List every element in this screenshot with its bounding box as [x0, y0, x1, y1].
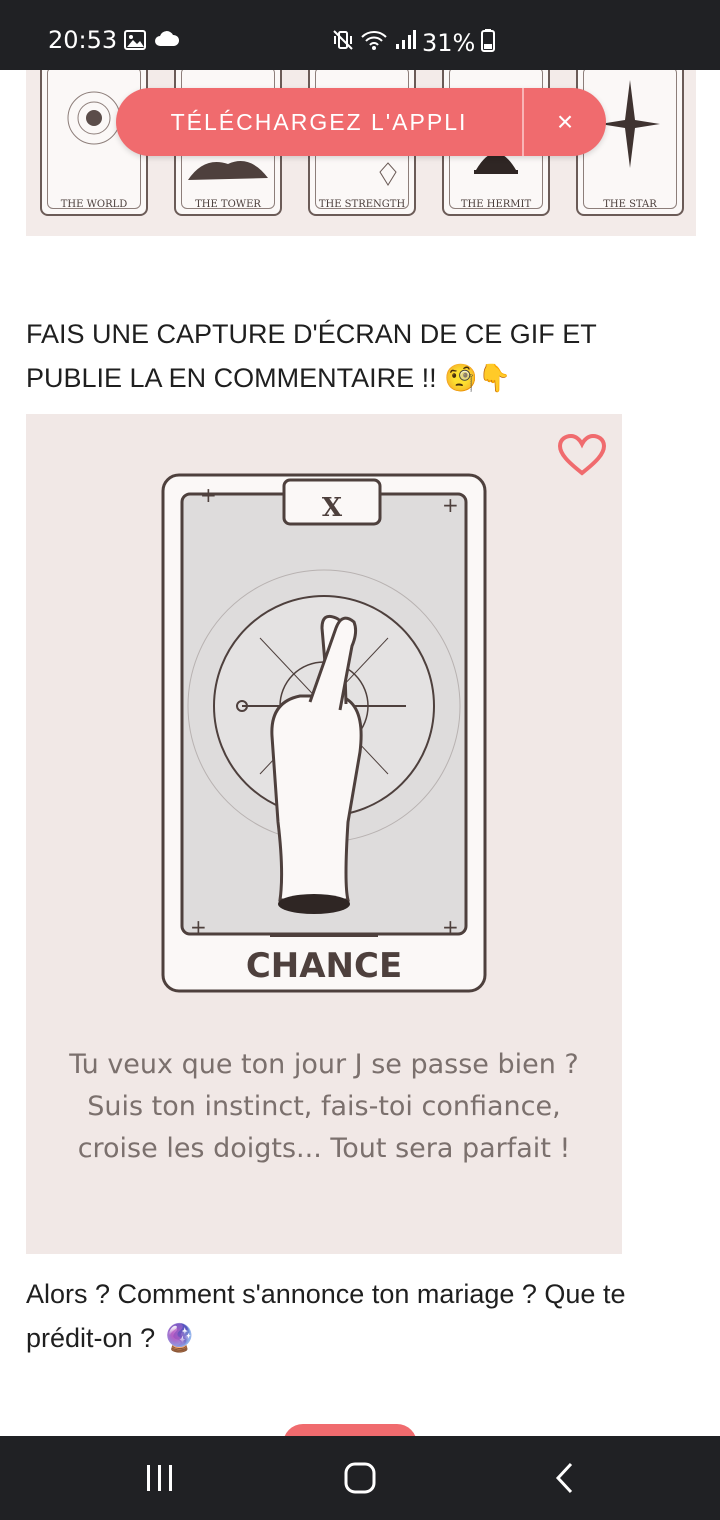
download-app-button[interactable]: TÉLÉCHARGEZ L'APPLI: [116, 88, 522, 156]
tarot-card-label: THE HERMIT: [460, 199, 532, 210]
card-name: CHANCE: [245, 946, 403, 986]
back-icon[interactable]: [524, 1436, 604, 1520]
download-app-banner: TÉLÉCHARGEZ L'APPLI ×: [116, 88, 606, 156]
tarot-card-label: THE STAR: [603, 199, 657, 210]
vibrate-mute-icon: [332, 29, 354, 57]
battery-percent: 31%: [422, 29, 476, 57]
svg-text:+: +: [442, 493, 459, 517]
navigation-bar: [0, 1436, 720, 1520]
svg-text:+: +: [442, 915, 459, 939]
close-banner-button[interactable]: ×: [524, 88, 606, 156]
status-bar: 20:53 31%: [0, 0, 720, 70]
card-message: Tu veux que ton jour J se passe bien ? S…: [69, 1049, 579, 1164]
home-icon[interactable]: [320, 1436, 400, 1520]
post-heading: FAIS UNE CAPTURE D'ÉCRAN DE CE GIF ET PU…: [26, 319, 597, 393]
signal-icon: [394, 29, 416, 57]
post-question: Alors ? Comment s'annonce ton mariage ? …: [26, 1279, 626, 1353]
roman-numeral: X: [322, 493, 343, 523]
tarot-card-label: THE TOWER: [195, 199, 261, 210]
status-time: 20:53: [48, 26, 118, 54]
tarot-gif[interactable]: X + + + + CHANCE Tu veux que ton jour J …: [26, 414, 622, 1254]
cloud-icon: [154, 30, 180, 54]
battery-icon: [481, 28, 496, 58]
tarot-card-illustration: X + + + +: [161, 473, 487, 993]
svg-text:+: +: [190, 915, 207, 939]
heart-icon[interactable]: [557, 433, 607, 481]
gallery-icon: [124, 30, 146, 54]
svg-text:+: +: [200, 483, 217, 507]
recent-apps-icon[interactable]: [120, 1436, 200, 1520]
tarot-card-label: THE WORLD: [60, 199, 128, 210]
wifi-icon: [360, 29, 388, 57]
tarot-card-label: THE STRENGTH: [318, 199, 406, 210]
